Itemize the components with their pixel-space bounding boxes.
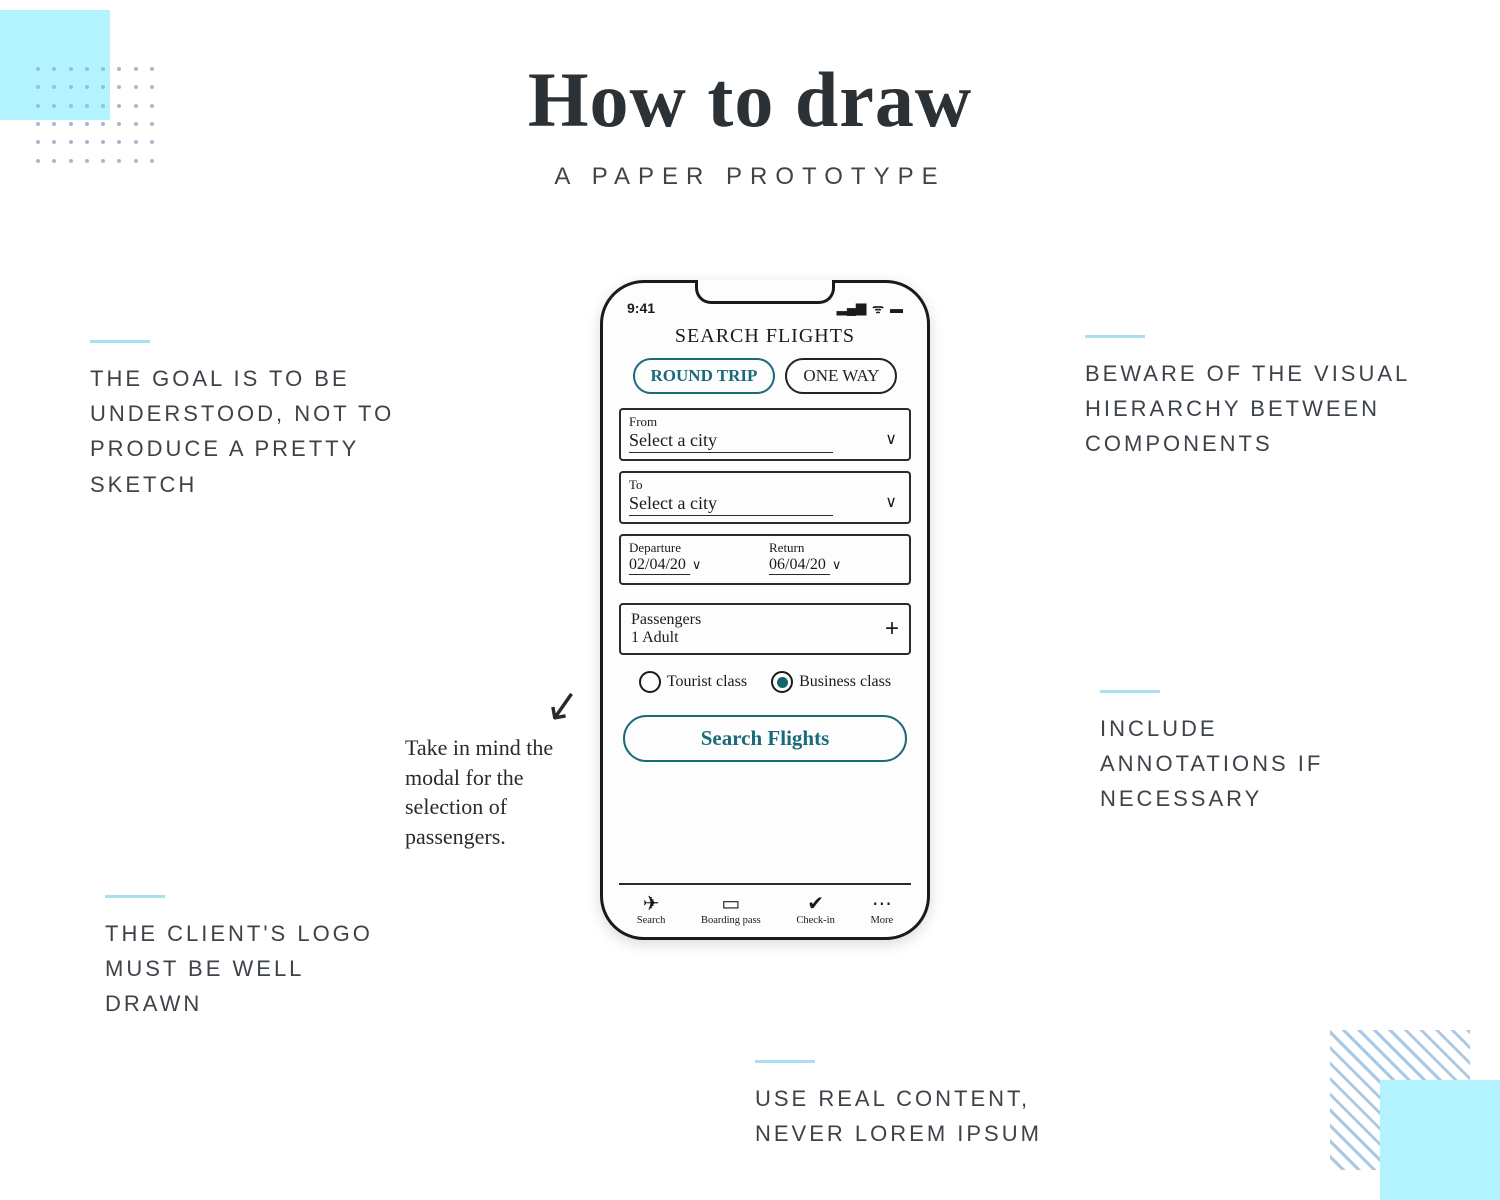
class-business-option[interactable]: Business class	[771, 671, 891, 693]
page-title: How to draw	[0, 55, 1500, 145]
tab-bar: ✈ Search ▭ Boarding pass ✔ Check-in ⋯ Mo…	[619, 883, 911, 927]
class-tourist-option[interactable]: Tourist class	[639, 671, 747, 693]
chevron-down-icon: ∨	[832, 557, 842, 572]
radio-checked-icon	[771, 671, 793, 693]
radio-unchecked-icon	[639, 671, 661, 693]
phone-notch	[695, 280, 835, 304]
check-circle-icon: ✔	[796, 893, 835, 915]
return-value: 06/04/20	[769, 556, 830, 575]
status-time: 9:41	[627, 300, 655, 316]
tab-more[interactable]: ⋯ More	[870, 893, 893, 927]
signal-icon: ▂▄▆	[837, 300, 866, 316]
from-value: Select a city	[629, 430, 833, 453]
tip-goal: THE GOAL IS TO BE UNDERSTOOD, NOT TO PRO…	[90, 340, 400, 502]
tip-hierarchy: BEWARE OF THE VISUAL HIERARCHY BETWEEN C…	[1085, 335, 1445, 462]
tip-logo: THE CLIENT'S LOGO MUST BE WELL DRAWN	[105, 895, 385, 1022]
departure-label: Departure	[629, 540, 761, 556]
class-tourist-label: Tourist class	[667, 673, 747, 691]
battery-icon: ▬	[890, 301, 903, 316]
passengers-label: Passengers	[631, 611, 701, 629]
chevron-down-icon: ∨	[885, 429, 897, 449]
return-label: Return	[769, 540, 901, 556]
passengers-value: 1 Adult	[631, 629, 701, 647]
tab-round-trip[interactable]: ROUND TRIP	[633, 358, 776, 394]
tip-real-content: USE REAL CONTENT, NEVER LOREM IPSUM	[755, 1060, 1095, 1151]
to-field[interactable]: To Select a city ∨	[619, 471, 911, 524]
decoration-bottom-right	[1320, 1020, 1500, 1200]
handwritten-annotation: ↙ Take in mind the modal for the selecti…	[405, 695, 605, 852]
arrow-icon: ↙	[541, 677, 584, 732]
chevron-down-icon: ∨	[885, 492, 897, 512]
tip-annotations: INCLUDE ANNOTATIONS IF NECESSARY	[1100, 690, 1380, 817]
to-label: To	[629, 477, 901, 493]
page-subtitle: A PAPER PROTOTYPE	[0, 163, 1500, 191]
to-value: Select a city	[629, 493, 833, 516]
tab-checkin[interactable]: ✔ Check-in	[796, 893, 835, 927]
search-flights-button[interactable]: Search Flights	[623, 715, 907, 762]
class-business-label: Business class	[799, 673, 891, 691]
chevron-down-icon: ∨	[692, 557, 702, 572]
passengers-field[interactable]: Passengers 1 Adult +	[619, 603, 911, 655]
wifi-icon: ᯤ	[872, 299, 884, 317]
more-icon: ⋯	[870, 893, 893, 915]
add-passenger-button[interactable]: +	[885, 615, 899, 643]
ticket-icon: ▭	[701, 893, 761, 915]
plane-icon: ✈	[637, 893, 666, 915]
tab-boarding-pass[interactable]: ▭ Boarding pass	[701, 893, 761, 927]
departure-value: 02/04/20	[629, 556, 690, 575]
dates-field[interactable]: Departure 02/04/20∨ Return 06/04/20∨	[619, 534, 911, 585]
from-field[interactable]: From Select a city ∨	[619, 408, 911, 461]
phone-mockup: 9:41 ▂▄▆ ᯤ ▬ SEARCH FLIGHTS ROUND TRIP O…	[600, 280, 930, 940]
tab-search[interactable]: ✈ Search	[637, 893, 666, 927]
screen-title: SEARCH FLIGHTS	[619, 325, 911, 348]
tab-one-way[interactable]: ONE WAY	[785, 358, 897, 394]
from-label: From	[629, 414, 901, 430]
